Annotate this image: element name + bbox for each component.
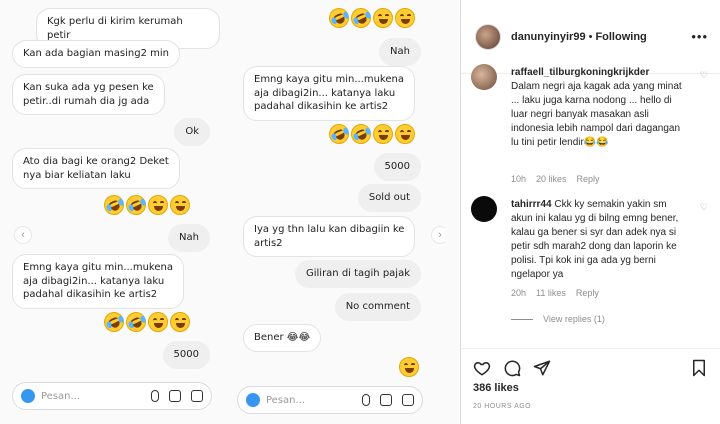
rofl-emoji-icon xyxy=(347,120,375,148)
emoji-reaction-row xyxy=(100,191,190,219)
comment-item: raffaell_tilburgkoningkrijkder Dalam neg… xyxy=(471,64,710,184)
chat-bubble: 5000 xyxy=(373,153,421,181)
chat-screenshot-left: Kgk perlu di kirim kerumah petir Kan ada… xyxy=(8,0,220,424)
heart-icon[interactable] xyxy=(473,359,491,377)
rofl-emoji-icon xyxy=(325,120,353,148)
chat-bubble: Giliran di tagih pajak xyxy=(294,260,421,288)
camera-icon[interactable] xyxy=(246,393,260,407)
likes-count[interactable]: 386 likes xyxy=(473,382,519,394)
like-heart-icon[interactable]: ♡ xyxy=(700,70,708,81)
avatar[interactable] xyxy=(471,196,497,222)
emoji-reaction-row xyxy=(399,357,419,377)
chat-bubble: Nah xyxy=(168,224,210,252)
microphone-icon[interactable] xyxy=(151,390,159,402)
comment-meta: 20h 11 likes Reply xyxy=(511,288,599,298)
comment-likes[interactable]: 11 likes xyxy=(536,288,566,298)
comment-age: 10h xyxy=(511,174,527,184)
comment-item: tahirrr44 Ckk ky semakin yakin sm akun i… xyxy=(471,196,710,346)
chat-bubble: Iya yg thn lalu kan dibagiin ke artis2 xyxy=(243,216,416,257)
comments-list: raffaell_tilburgkoningkrijkder Dalam neg… xyxy=(461,58,720,348)
comment-age: 20h xyxy=(511,288,527,298)
bookmark-icon[interactable] xyxy=(690,359,708,377)
divider xyxy=(511,318,533,320)
grinning-emoji-icon xyxy=(170,312,190,332)
carousel-prev-icon[interactable]: ‹ xyxy=(14,226,32,244)
like-heart-icon[interactable]: ♡ xyxy=(700,202,708,213)
chat-bubble: Ato dia bagi ke orang2 Deket nya biar ke… xyxy=(12,148,180,189)
comment-likes[interactable]: 20 likes xyxy=(536,174,567,184)
comment-meta: 10h 20 likes Reply xyxy=(511,174,600,184)
view-replies-button[interactable]: View replies (1) xyxy=(511,314,605,324)
camera-icon[interactable] xyxy=(21,389,35,403)
comment-body: tahirrr44 Ckk ky semakin yakin sm akun i… xyxy=(511,198,688,282)
avatar[interactable] xyxy=(475,23,501,50)
rofl-emoji-icon xyxy=(325,4,353,32)
rofl-emoji-icon xyxy=(100,308,128,336)
grinning-emoji-icon xyxy=(373,124,393,144)
post-username[interactable]: danunyinyir99 xyxy=(511,31,586,43)
more-options-icon[interactable]: ••• xyxy=(691,29,708,44)
grinning-emoji-icon xyxy=(148,195,168,215)
image-icon[interactable] xyxy=(169,390,181,402)
rofl-emoji-icon xyxy=(122,308,150,336)
rofl-emoji-icon xyxy=(100,191,128,219)
following-button[interactable]: Following xyxy=(595,31,646,43)
composer-placeholder: Pesan... xyxy=(266,394,306,406)
separator-dot: • xyxy=(588,30,593,43)
grinning-emoji-icon xyxy=(399,357,419,377)
share-icon[interactable] xyxy=(533,359,551,377)
carousel-next-icon[interactable]: › xyxy=(431,226,445,244)
sticker-icon[interactable] xyxy=(402,394,414,406)
chat-bubble: Emng kaya gitu min...mukena aja dibagi2i… xyxy=(243,66,415,121)
emoji-reaction-row xyxy=(325,4,415,32)
sticker-icon[interactable] xyxy=(191,390,203,402)
post-timestamp: 20 HOURS AGO xyxy=(473,403,532,410)
reply-button[interactable]: Reply xyxy=(576,288,599,298)
comment-body: raffaell_tilburgkoningkrijkder Dalam neg… xyxy=(511,66,688,150)
microphone-icon[interactable] xyxy=(362,394,370,406)
chat-bubble: Bener 😂😂 xyxy=(243,324,322,352)
comment-text: Ckk ky semakin yakin sm akun ini kalau y… xyxy=(511,199,679,280)
post-actions: 386 likes 20 HOURS AGO xyxy=(461,348,720,424)
chat-bubble: Ok xyxy=(174,118,210,146)
grinning-emoji-icon xyxy=(395,8,415,28)
chat-bubble: Nah xyxy=(379,38,421,66)
chat-bubble: Emng kaya gitu min...mukena aja dibagi2i… xyxy=(12,254,184,309)
comment-username[interactable]: raffaell_tilburgkoningkrijkder xyxy=(511,67,649,78)
post-side-panel: danunyinyir99 • Following ••• raffaell_t… xyxy=(461,0,720,424)
rofl-emoji-icon xyxy=(347,4,375,32)
image-icon[interactable] xyxy=(380,394,392,406)
chat-bubble: 5000 xyxy=(162,341,210,369)
grinning-emoji-icon xyxy=(170,195,190,215)
comment-icon[interactable] xyxy=(503,359,521,377)
chat-bubble: Kan ada bagian masing2 min xyxy=(12,40,180,68)
avatar[interactable] xyxy=(471,64,497,90)
message-composer[interactable]: Pesan... xyxy=(12,382,212,410)
reply-button[interactable]: Reply xyxy=(577,174,600,184)
grinning-emoji-icon xyxy=(373,8,393,28)
emoji-reaction-row xyxy=(100,308,190,336)
view-replies-label[interactable]: View replies (1) xyxy=(543,314,605,324)
comment-username[interactable]: tahirrr44 xyxy=(511,199,552,210)
message-composer[interactable]: Pesan... xyxy=(237,386,423,414)
grinning-emoji-icon xyxy=(148,312,168,332)
composer-placeholder: Pesan... xyxy=(41,390,81,402)
chat-screenshot-right: Nah Emng kaya gitu min...mukena aja diba… xyxy=(233,0,445,424)
chat-bubble: Kan suka ada yg pesen ke petir..di rumah… xyxy=(12,74,165,115)
rofl-emoji-icon xyxy=(122,191,150,219)
emoji-reaction-row xyxy=(325,120,415,148)
grinning-emoji-icon xyxy=(395,124,415,144)
comment-text: Dalam negri aja kagak ada yang minat ...… xyxy=(511,81,682,148)
chat-bubble: Sold out xyxy=(357,184,421,212)
chat-bubble: No comment xyxy=(334,293,421,321)
post-media: Kgk perlu di kirim kerumah petir Kan ada… xyxy=(0,0,461,424)
